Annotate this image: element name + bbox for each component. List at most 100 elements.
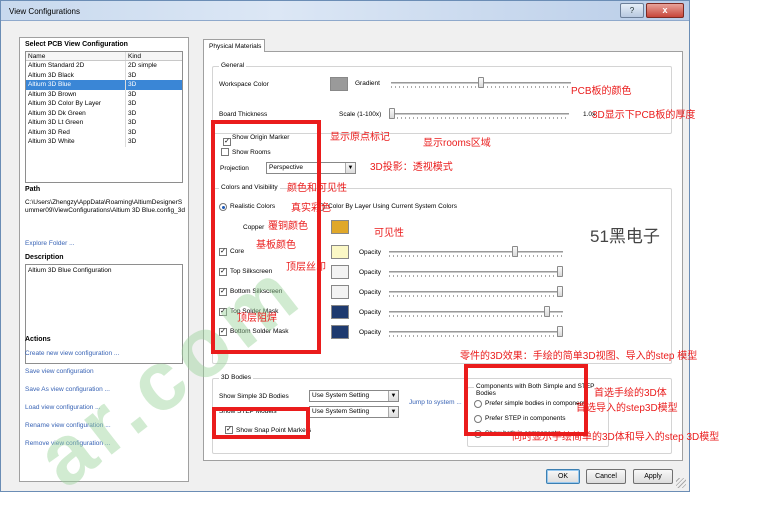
config-kind: 3D [128,81,137,88]
opacity-slider-thumb[interactable] [543,306,550,317]
opacity-slider[interactable] [389,246,563,258]
config-row[interactable]: Altium 3D White 3D [26,137,182,147]
config-row[interactable]: Altium Standard 2D 2D simple [26,61,182,71]
opacity-slider-thumb[interactable] [557,326,563,337]
description-title: Description [25,254,64,261]
board-thickness-label: Board Thickness [219,111,268,118]
config-row[interactable]: Altium 3D Color By Layer 3D [26,99,182,109]
anno-rooms: 显示rooms区域 [423,138,491,149]
config-kind: 3D [128,128,137,136]
path-title: Path [25,186,41,193]
copper-color-swatch[interactable] [331,220,349,234]
config-name: Altium 3D White [26,137,126,147]
tab-physical-materials[interactable]: Physical Materials [203,39,265,52]
select-config-title: Select PCB View Configuration [25,41,128,48]
anno-show-both: 同时显示手绘简单的3D体和导入的step 3D模型 [512,432,720,443]
chevron-down-icon[interactable]: ▼ [388,391,398,401]
config-name: Altium 3D Color By Layer [26,99,126,109]
opacity-label: Opacity [359,329,382,336]
gradient-label: Gradient [355,80,380,87]
explore-folder-link[interactable]: Explore Folder ... [25,240,75,247]
anno-pcb-color: PCB板的颜色 [571,86,632,97]
chevron-down-icon[interactable]: ▼ [345,163,355,173]
config-row[interactable]: Altium 3D Red 3D [26,127,182,137]
opacity-slider[interactable] [389,266,563,278]
config-kind: 3D [128,119,137,126]
config-row[interactable]: Altium 3D Brown 3D [26,89,182,99]
description-box[interactable]: Altium 3D Blue Configuration [25,264,183,364]
window-title: View Configurations [9,7,81,16]
config-kind: 3D [128,90,137,98]
opacity-label: Opacity [359,269,382,276]
config-row[interactable]: Altium 3D Dk Green 3D [26,108,182,118]
opacity-slider[interactable] [389,326,563,338]
config-kind: 3D [128,138,137,145]
layer-color-swatch[interactable] [331,305,349,319]
resize-grip[interactable] [676,478,686,488]
config-row[interactable]: Altium 3D Lt Green 3D [26,118,182,128]
anno-origin: 显示原点标记 [330,132,390,143]
help-button[interactable]: ? [620,3,644,18]
config-table-header: Name Kind [26,52,182,61]
layer-color-swatch[interactable] [331,245,349,259]
cancel-button[interactable]: Cancel [586,469,626,484]
config-kind: 3D [128,100,137,107]
actions-title: Actions [25,336,51,343]
anno-realistic: 真实彩色 [291,203,331,214]
close-button[interactable]: x [646,3,684,18]
config-name: Altium 3D Dk Green [26,108,126,118]
action-save-as[interactable]: Save As view configuration ... [25,386,110,393]
anno-component-3d: 零件的3D效果：手绘的简单3D视图、导入的step 模型 [460,351,698,362]
anno-core: 基板颜色 [256,240,296,251]
config-kind: 3D [128,71,137,79]
simple-bodies-select[interactable]: Use System Setting ▼ [309,390,399,402]
title-bar: View Configurations ? x [1,1,689,21]
column-kind[interactable]: Kind [126,52,182,60]
config-row[interactable]: Altium 3D Black 3D [26,70,182,80]
layer-color-swatch[interactable] [331,265,349,279]
ok-button[interactable]: OK [546,469,580,484]
anno-top-silk: 顶层丝印 [286,262,326,273]
action-save[interactable]: Save view configuration [25,368,94,375]
opacity-slider[interactable] [389,286,563,298]
general-title: General [219,62,247,69]
layer-color-swatch[interactable] [331,285,349,299]
annotation-box-snap [212,407,310,439]
config-name: Altium 3D Brown [26,89,126,99]
gradient-slider-thumb[interactable] [478,77,484,88]
action-remove[interactable]: Remove view configuration ... [25,440,110,447]
opacity-slider-thumb[interactable] [511,246,518,257]
anno-prefer-simple: 首选手绘的3D体 [594,388,667,399]
jump-to-system-link[interactable]: Jump to system ... [409,399,462,406]
anno-visible: 可见性 [374,228,404,239]
path-value: C:\Users\Zhengzy\AppData\Roaming\AltiumD… [25,199,185,214]
color-by-layer-label: Color By Layer Using Current System Colo… [328,203,457,210]
opacity-slider[interactable] [389,306,563,318]
simple-bodies-label: Show Simple 3D Bodies [219,393,289,400]
step-models-value: Use System Setting [312,408,370,415]
anno-projection: 3D投影：透视模式 [370,162,453,173]
thickness-slider[interactable] [389,108,569,120]
workspace-color-swatch[interactable] [330,77,348,91]
action-rename[interactable]: Rename view configuration ... [25,422,111,429]
bodies-title: 3D Bodies [219,374,253,381]
apply-button[interactable]: Apply [633,469,673,484]
config-name: Altium Standard 2D [26,61,126,71]
anno-color-vis: 颜色和可见性 [287,183,347,194]
chevron-down-icon[interactable]: ▼ [388,407,398,417]
anno-prefer-step: 首选导入的step3D模型 [576,403,678,414]
column-name[interactable]: Name [26,52,126,60]
config-row[interactable]: Altium 3D Blue 3D [26,80,182,90]
config-table: Name Kind Altium Standard 2D 2D simple Alt… [25,51,183,183]
config-name: Altium 3D Lt Green [26,118,126,128]
thickness-slider-thumb[interactable] [389,108,395,119]
step-models-select[interactable]: Use System Setting ▼ [309,406,399,418]
action-create[interactable]: Create new view configuration ... [25,350,119,357]
gradient-slider[interactable] [391,77,571,89]
opacity-label: Opacity [359,289,382,296]
layer-color-swatch[interactable] [331,325,349,339]
annotation-box-components [464,364,588,436]
opacity-slider-thumb[interactable] [557,286,563,297]
action-load[interactable]: Load view configuration ... [25,404,101,411]
opacity-slider-thumb[interactable] [557,266,563,277]
